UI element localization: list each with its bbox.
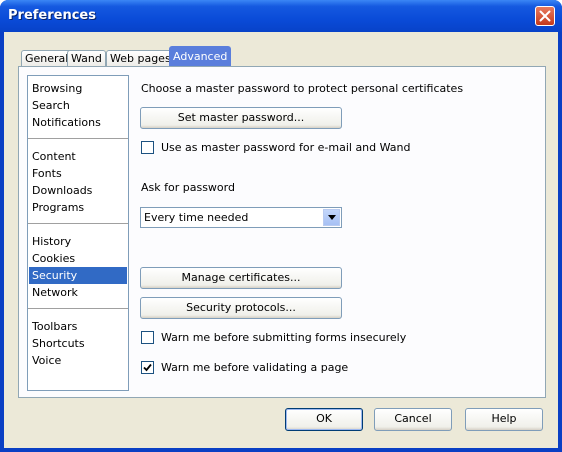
tab-web-pages[interactable]: Web pages xyxy=(106,50,175,67)
manage-certificates-button[interactable]: Manage certificates... xyxy=(140,267,342,289)
category-item-toolbars[interactable]: Toolbars xyxy=(29,318,127,335)
warn-forms-checkbox[interactable] xyxy=(141,331,154,344)
ask-for-password-value: Every time needed xyxy=(144,211,249,224)
category-divider xyxy=(28,138,128,139)
use-master-password-label: Use as master password for e-mail and Wa… xyxy=(161,141,411,154)
security-protocols-button[interactable]: Security protocols... xyxy=(140,297,342,319)
tab-wand[interactable]: Wand xyxy=(67,50,106,67)
set-master-password-button[interactable]: Set master password... xyxy=(140,107,342,129)
category-list[interactable]: Browsing Search Notifications Content Fo… xyxy=(27,75,129,391)
help-button[interactable]: Help xyxy=(465,408,543,431)
category-item-programs[interactable]: Programs xyxy=(29,199,127,216)
category-item-security[interactable]: Security xyxy=(29,267,127,284)
ask-for-password-select[interactable]: Every time needed xyxy=(140,207,342,228)
category-item-content[interactable]: Content xyxy=(29,148,127,165)
category-item-browsing[interactable]: Browsing xyxy=(29,80,127,97)
cancel-button[interactable]: Cancel xyxy=(374,408,452,431)
category-item-voice[interactable]: Voice xyxy=(29,352,127,369)
ask-for-password-label: Ask for password xyxy=(141,181,235,194)
window-title: Preferences xyxy=(8,8,96,23)
dropdown-arrow[interactable] xyxy=(323,209,340,226)
category-item-search[interactable]: Search xyxy=(29,97,127,114)
warn-validating-label: Warn me before validating a page xyxy=(161,361,349,374)
master-password-intro: Choose a master password to protect pers… xyxy=(141,82,464,95)
category-divider xyxy=(28,223,128,224)
preferences-window: Preferences General Wand Web pages Advan… xyxy=(0,0,562,452)
warn-forms-label: Warn me before submitting forms insecure… xyxy=(161,331,407,344)
category-item-cookies[interactable]: Cookies xyxy=(29,250,127,267)
category-item-downloads[interactable]: Downloads xyxy=(29,182,127,199)
category-item-shortcuts[interactable]: Shortcuts xyxy=(29,335,127,352)
category-item-fonts[interactable]: Fonts xyxy=(29,165,127,182)
tab-general[interactable]: General xyxy=(21,50,73,67)
category-item-notifications[interactable]: Notifications xyxy=(29,114,127,131)
tab-advanced[interactable]: Advanced xyxy=(169,46,232,67)
close-button[interactable] xyxy=(535,6,555,26)
ok-button[interactable]: OK xyxy=(285,408,363,431)
category-item-history[interactable]: History xyxy=(29,233,127,250)
warn-validating-checkbox[interactable] xyxy=(141,361,154,374)
category-item-network[interactable]: Network xyxy=(29,284,127,301)
title-bar[interactable]: Preferences xyxy=(0,0,562,32)
advanced-panel: Browsing Search Notifications Content Fo… xyxy=(18,66,546,398)
use-master-password-checkbox[interactable] xyxy=(141,141,154,154)
dialog-body: General Wand Web pages Advanced Browsing… xyxy=(4,32,558,448)
category-divider xyxy=(28,308,128,309)
